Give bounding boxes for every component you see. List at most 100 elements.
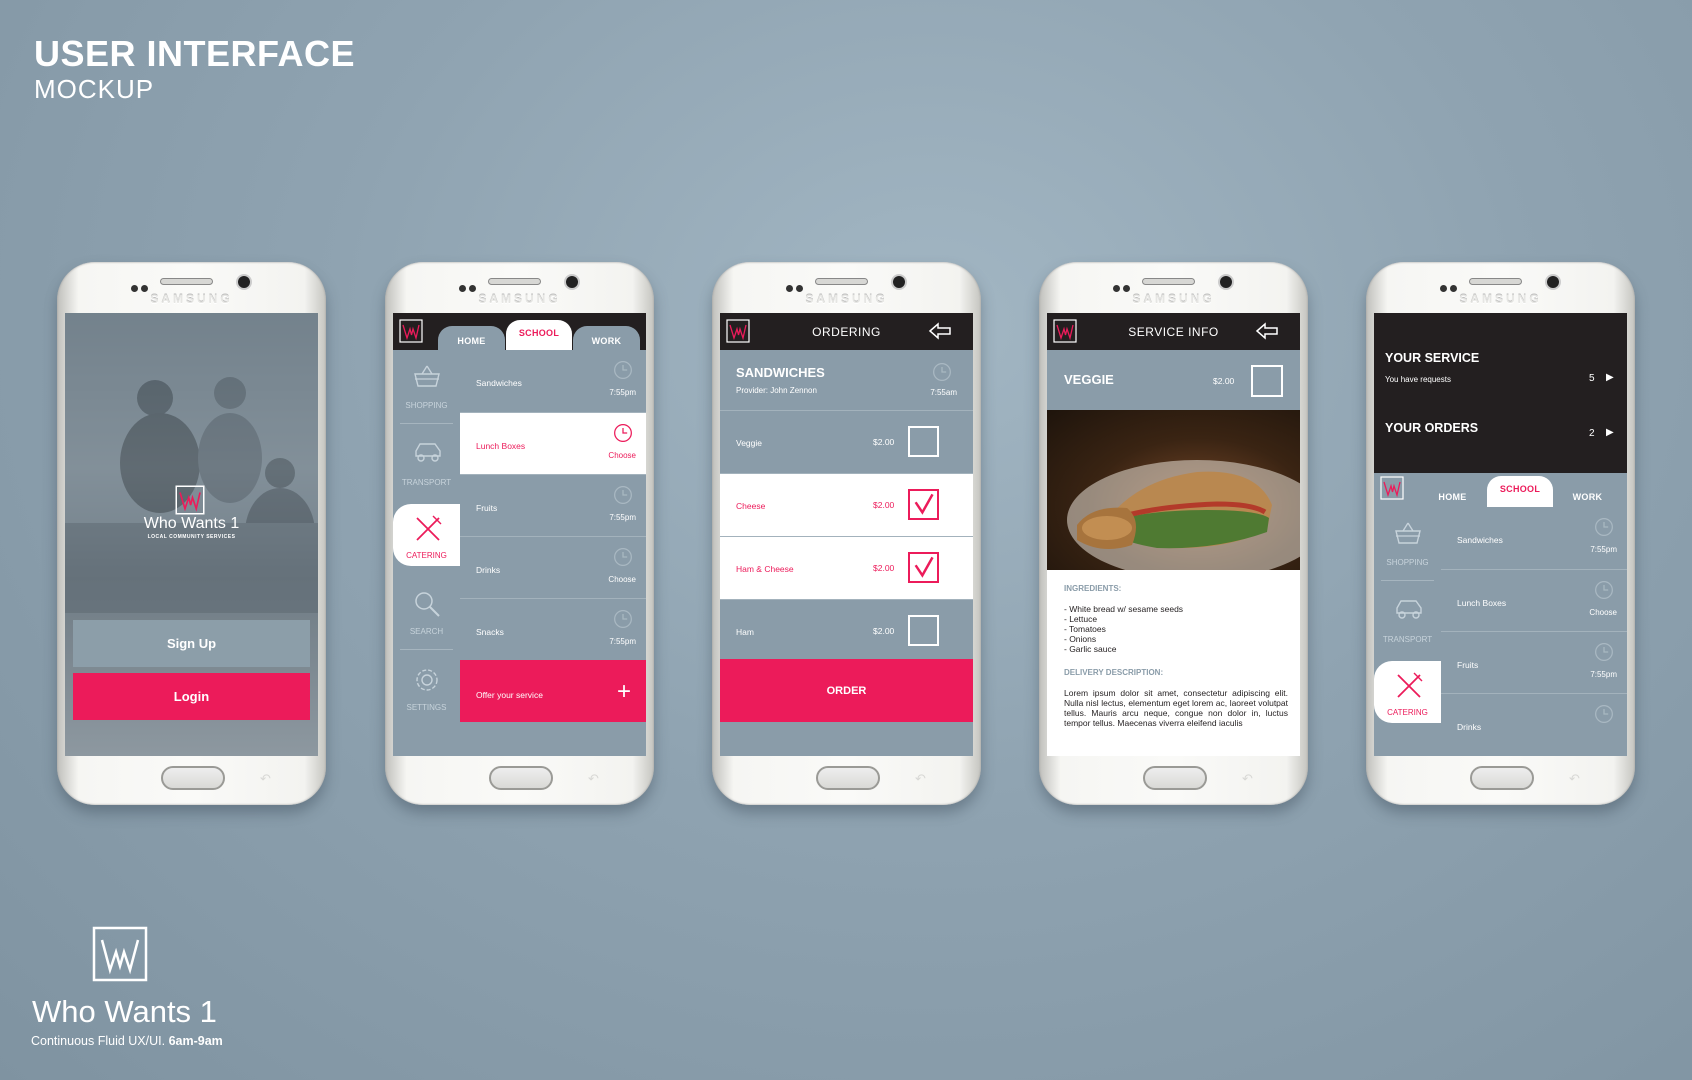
list-item-fruits[interactable]: Fruits 7:55pm bbox=[1441, 631, 1627, 693]
speaker-grille bbox=[815, 278, 868, 285]
tab-home[interactable]: HOME bbox=[1419, 482, 1486, 507]
item-price: $2.00 bbox=[873, 626, 895, 636]
item-price: $2.00 bbox=[873, 563, 895, 573]
order-item-ham[interactable]: Ham $2.00 bbox=[720, 599, 973, 662]
app-logo-icon bbox=[172, 485, 208, 515]
row-time: 7:55pm bbox=[1590, 670, 1617, 679]
list-item-drinks[interactable]: Drinks bbox=[1441, 693, 1627, 755]
item-checkbox[interactable] bbox=[1251, 365, 1283, 397]
list-item-lunch-boxes[interactable]: Lunch Boxes Choose bbox=[460, 412, 646, 474]
ingredients-label: INGREDIENTS: bbox=[1064, 584, 1122, 593]
login-button[interactable]: Login bbox=[73, 673, 310, 720]
item-checkbox[interactable] bbox=[908, 489, 939, 520]
home-button[interactable] bbox=[816, 766, 880, 790]
order-button[interactable]: ORDER bbox=[720, 659, 973, 722]
clock-icon bbox=[613, 609, 633, 629]
tab-work[interactable]: WORK bbox=[573, 326, 640, 350]
play-arrow-icon[interactable]: ▶ bbox=[1606, 427, 1614, 438]
front-camera bbox=[238, 276, 250, 288]
list-item-lunch-boxes[interactable]: Lunch Boxes Choose bbox=[1441, 569, 1627, 631]
phone-service-info: SAMSUNG SERVICE INFO VEGGIE $2.00 INGRED… bbox=[1039, 262, 1308, 805]
item-checkbox[interactable] bbox=[908, 552, 939, 583]
ingredients-list: - White bread w/ sesame seeds - Lettuce … bbox=[1064, 604, 1184, 654]
check-icon bbox=[910, 554, 937, 581]
list-item-sandwiches[interactable]: Sandwiches 7:55pm bbox=[1441, 507, 1627, 569]
your-service-title[interactable]: YOUR SERVICE bbox=[1385, 351, 1479, 365]
signup-button[interactable]: Sign Up bbox=[73, 620, 310, 667]
home-button[interactable] bbox=[489, 766, 553, 790]
divider bbox=[400, 423, 453, 424]
item-checkbox[interactable] bbox=[908, 615, 939, 646]
who-wants-logo-icon bbox=[92, 926, 148, 982]
phone-ordering: SAMSUNG ORDERING SANDWICHES Provider: Jo… bbox=[712, 262, 981, 805]
nav-label: CATERING bbox=[406, 551, 447, 560]
tab-school[interactable]: SCHOOL bbox=[506, 320, 572, 350]
row-time[interactable]: Choose bbox=[1589, 608, 1617, 617]
nav-label: TRANSPORT bbox=[401, 478, 452, 487]
tab-school[interactable]: SCHOOL bbox=[1487, 476, 1553, 507]
speaker-grille bbox=[1142, 278, 1195, 285]
nav-shopping[interactable]: SHOPPING bbox=[393, 350, 460, 422]
row-time[interactable]: Choose bbox=[608, 575, 636, 584]
row-time: 7:55pm bbox=[1590, 545, 1617, 554]
row-time[interactable]: Choose bbox=[608, 451, 636, 460]
tab-bar: HOME SCHOOL WORK bbox=[393, 313, 646, 350]
item-name: Ham & Cheese bbox=[736, 564, 794, 574]
row-name: Fruits bbox=[476, 503, 498, 513]
nav-catering[interactable]: CATERING bbox=[393, 504, 460, 566]
speaker-grille bbox=[1469, 278, 1522, 285]
nav-catering[interactable]: CATERING bbox=[1374, 661, 1441, 723]
side-nav: SHOPPING TRANSPORT CATERING SEARCH SETTI… bbox=[393, 350, 460, 756]
service-details: INGREDIENTS: - White bread w/ sesame see… bbox=[1047, 570, 1300, 756]
tab-home[interactable]: HOME bbox=[438, 326, 505, 350]
side-nav: SHOPPING TRANSPORT CATERING bbox=[1374, 507, 1441, 756]
back-key-icon[interactable]: ↶ bbox=[588, 771, 599, 787]
item-name: VEGGIE bbox=[1064, 372, 1114, 387]
car-icon bbox=[413, 441, 443, 463]
order-item-veggie[interactable]: Veggie $2.00 bbox=[720, 410, 973, 473]
family-photo bbox=[65, 313, 318, 613]
home-button[interactable] bbox=[1143, 766, 1207, 790]
front-camera bbox=[566, 276, 578, 288]
order-item-cheese[interactable]: Cheese $2.00 bbox=[720, 473, 973, 536]
list-item-snacks[interactable]: Snacks 7:55pm bbox=[460, 598, 646, 660]
play-arrow-icon[interactable]: ▶ bbox=[1606, 372, 1614, 383]
list-item-drinks[interactable]: Drinks Choose bbox=[460, 536, 646, 598]
back-arrow-icon[interactable] bbox=[1255, 322, 1279, 340]
row-name: Lunch Boxes bbox=[476, 441, 526, 451]
orders-count: 2 bbox=[1589, 428, 1595, 439]
your-orders-title[interactable]: YOUR ORDERS bbox=[1385, 421, 1478, 435]
offer-service-button[interactable]: Offer your service + bbox=[460, 660, 646, 722]
check-icon bbox=[910, 491, 937, 518]
nav-transport[interactable]: TRANSPORT bbox=[1374, 584, 1441, 656]
front-camera bbox=[1547, 276, 1559, 288]
home-button[interactable] bbox=[1470, 766, 1534, 790]
back-key-icon[interactable]: ↶ bbox=[1242, 771, 1253, 787]
phone-maker: SAMSUNG bbox=[478, 292, 561, 306]
tab-work[interactable]: WORK bbox=[1554, 482, 1621, 507]
nav-shopping[interactable]: SHOPPING bbox=[1374, 507, 1441, 579]
nav-label: CATERING bbox=[1387, 708, 1428, 717]
back-key-icon[interactable]: ↶ bbox=[1569, 771, 1580, 787]
row-name: Drinks bbox=[476, 565, 501, 575]
list-item-fruits[interactable]: Fruits 7:55pm bbox=[460, 474, 646, 536]
item-header: VEGGIE $2.00 bbox=[1047, 350, 1300, 410]
item-checkbox[interactable] bbox=[908, 426, 939, 457]
back-key-icon[interactable]: ↶ bbox=[260, 771, 271, 787]
delivery-text: Lorem ipsum dolor sit amet, consectetur … bbox=[1064, 688, 1288, 728]
sandwich-photo bbox=[1047, 410, 1300, 570]
list-item-sandwiches[interactable]: Sandwiches 7:55pm bbox=[460, 350, 646, 412]
nav-search[interactable]: SEARCH bbox=[393, 576, 460, 648]
home-button[interactable] bbox=[161, 766, 225, 790]
nav-transport[interactable]: TRANSPORT bbox=[393, 427, 460, 499]
top-bar: ORDERING bbox=[720, 313, 973, 350]
row-name: Fruits bbox=[1457, 660, 1479, 670]
phone-maker: SAMSUNG bbox=[1132, 292, 1215, 306]
back-key-icon[interactable]: ↶ bbox=[915, 771, 926, 787]
nav-settings[interactable]: SETTINGS bbox=[393, 652, 460, 724]
sensor-dots bbox=[1113, 279, 1137, 292]
item-name: Ham bbox=[736, 627, 754, 637]
phone-maker: SAMSUNG bbox=[805, 292, 888, 306]
back-arrow-icon[interactable] bbox=[928, 322, 952, 340]
order-item-ham-cheese[interactable]: Ham & Cheese $2.00 bbox=[720, 536, 973, 599]
